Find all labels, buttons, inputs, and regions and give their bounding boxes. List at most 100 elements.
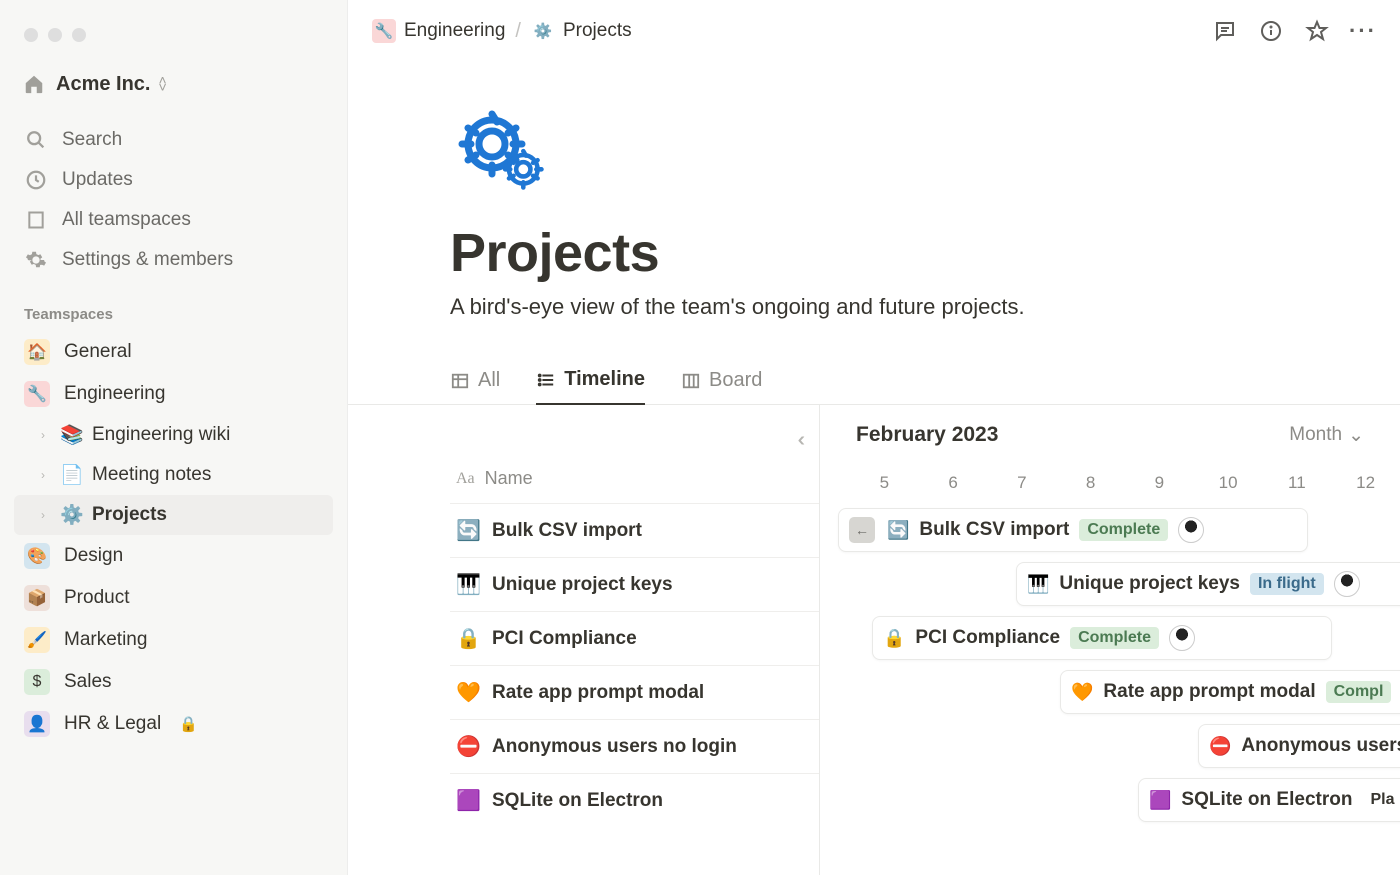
document-icon: 📄 bbox=[60, 463, 84, 487]
table-row[interactable]: 🧡Rate app prompt modal bbox=[450, 665, 819, 719]
timeline-scale-picker[interactable]: Month ⌄ bbox=[1289, 424, 1364, 447]
home-icon bbox=[22, 72, 46, 96]
gears-icon bbox=[450, 102, 570, 202]
sidebar-item-sales[interactable]: $ Sales bbox=[14, 661, 333, 703]
workspace-name: Acme Inc. bbox=[56, 73, 150, 96]
bar-icon: 🔄 bbox=[887, 520, 909, 541]
nav-updates[interactable]: Updates bbox=[14, 160, 333, 200]
status-badge: In flight bbox=[1250, 573, 1324, 595]
sidebar-item-label: Projects bbox=[92, 504, 167, 526]
nav-settings[interactable]: Settings & members bbox=[14, 240, 333, 280]
collapse-icon[interactable]: ‹‹ bbox=[798, 429, 799, 452]
close-icon[interactable] bbox=[24, 28, 38, 42]
sidebar-item-hr-legal[interactable]: 👤 HR & Legal 🔒 bbox=[14, 703, 333, 745]
bar-icon: 🔒 bbox=[883, 628, 905, 649]
comments-icon[interactable] bbox=[1212, 18, 1238, 44]
table-icon bbox=[450, 371, 470, 391]
timeline-bar[interactable]: ←🔄Bulk CSV importComplete bbox=[838, 508, 1308, 552]
timeline-bar[interactable]: 🧡Rate app prompt modalCompl bbox=[1060, 670, 1400, 714]
lock-icon: 🔒 bbox=[179, 715, 198, 733]
sidebar: Acme Inc. ˄˅ Search Updates All teamspac… bbox=[0, 0, 348, 875]
column-label: Name bbox=[485, 468, 533, 489]
table-row[interactable]: 🔒PCI Compliance bbox=[450, 611, 819, 665]
tab-all[interactable]: All bbox=[450, 365, 500, 404]
text-type-icon: Aa bbox=[456, 470, 475, 488]
nav-label: All teamspaces bbox=[62, 209, 191, 231]
wrench-icon: 🔧 bbox=[24, 381, 50, 407]
info-icon[interactable] bbox=[1258, 18, 1284, 44]
section-label-teamspaces: Teamspaces bbox=[14, 280, 333, 331]
table-row[interactable]: 🔄Bulk CSV import bbox=[450, 503, 819, 557]
minimize-icon[interactable] bbox=[48, 28, 62, 42]
sidebar-item-label: HR & Legal bbox=[64, 713, 161, 735]
sidebar-item-engineering-wiki[interactable]: › 📚 Engineering wiki bbox=[14, 415, 333, 455]
more-icon[interactable]: ··· bbox=[1350, 18, 1376, 44]
view-tabs: All Timeline Board bbox=[348, 364, 1400, 405]
chevron-right-icon[interactable]: › bbox=[34, 428, 52, 442]
sidebar-item-design[interactable]: 🎨 Design bbox=[14, 535, 333, 577]
sidebar-item-label: Marketing bbox=[64, 629, 147, 651]
row-name: Unique project keys bbox=[492, 574, 673, 596]
workspace-switcher[interactable]: Acme Inc. ˄˅ bbox=[14, 66, 333, 102]
bar-label: SQLite on Electron bbox=[1181, 789, 1352, 811]
search-icon bbox=[24, 128, 48, 152]
main: 🔧 Engineering / ⚙️ Projects ··· bbox=[348, 0, 1400, 875]
row-name: Rate app prompt modal bbox=[492, 682, 704, 704]
sidebar-item-label: Sales bbox=[64, 671, 112, 693]
row-name: Anonymous users no login bbox=[492, 736, 737, 758]
nav-search[interactable]: Search bbox=[14, 120, 333, 160]
row-icon: ⛔ bbox=[456, 734, 480, 759]
sidebar-item-engineering[interactable]: 🔧 Engineering bbox=[14, 373, 333, 415]
timeline-month-label: February 2023 bbox=[856, 423, 998, 447]
sidebar-item-meeting-notes[interactable]: › 📄 Meeting notes bbox=[14, 455, 333, 495]
star-icon[interactable] bbox=[1304, 18, 1330, 44]
timeline-bar[interactable]: 🟪SQLite on ElectronPla bbox=[1138, 778, 1400, 822]
sidebar-item-marketing[interactable]: 🖌️ Marketing bbox=[14, 619, 333, 661]
tab-label: Timeline bbox=[564, 368, 645, 391]
table-row[interactable]: ⛔ Anonymous users no login bbox=[450, 719, 819, 773]
page-header: Projects A bird's-eye view of the team's… bbox=[348, 102, 1400, 320]
page-title: Projects bbox=[450, 222, 1400, 284]
sidebar-item-product[interactable]: 📦 Product bbox=[14, 577, 333, 619]
tab-timeline[interactable]: Timeline bbox=[536, 364, 645, 405]
timeline-bar[interactable]: 🎹Unique project keysIn flight bbox=[1016, 562, 1400, 606]
tab-label: Board bbox=[709, 369, 762, 392]
day-label: 10 bbox=[1194, 473, 1263, 493]
table-row[interactable]: 🟪SQLite on Electron bbox=[450, 773, 819, 827]
topbar: 🔧 Engineering / ⚙️ Projects ··· bbox=[348, 0, 1400, 62]
nav-all-teamspaces[interactable]: All teamspaces bbox=[14, 200, 333, 240]
breadcrumb-label: Engineering bbox=[404, 20, 505, 42]
breadcrumb-label: Projects bbox=[563, 20, 632, 42]
timeline-chart-panel[interactable]: February 2023 Month ⌄ 56789101112 ←🔄Bulk… bbox=[820, 405, 1400, 875]
day-label: 5 bbox=[850, 473, 919, 493]
day-label: 6 bbox=[919, 473, 988, 493]
maximize-icon[interactable] bbox=[72, 28, 86, 42]
timeline-bar[interactable]: ⛔Anonymous users bbox=[1198, 724, 1400, 768]
sidebar-item-general[interactable]: 🏠 General bbox=[14, 331, 333, 373]
sidebar-item-projects[interactable]: › ⚙️ Projects bbox=[14, 495, 333, 535]
primary-nav: Search Updates All teamspaces Settings &… bbox=[14, 120, 333, 280]
brush-icon: 🖌️ bbox=[24, 627, 50, 653]
tab-label: All bbox=[478, 369, 500, 392]
clock-icon bbox=[24, 168, 48, 192]
breadcrumb-parent[interactable]: 🔧 Engineering bbox=[372, 19, 505, 43]
row-name: SQLite on Electron bbox=[492, 790, 663, 812]
breadcrumb-current[interactable]: ⚙️ Projects bbox=[531, 19, 632, 43]
scale-label: Month bbox=[1289, 424, 1342, 446]
nav-label: Settings & members bbox=[62, 249, 233, 271]
person-icon: 👤 bbox=[24, 711, 50, 737]
bar-label: Rate app prompt modal bbox=[1103, 681, 1315, 703]
arrow-left-icon[interactable]: ← bbox=[849, 517, 875, 543]
tab-board[interactable]: Board bbox=[681, 365, 762, 404]
sidebar-item-label: Design bbox=[64, 545, 123, 567]
bar-label: Anonymous users bbox=[1241, 735, 1400, 757]
timeline-bar[interactable]: 🔒PCI ComplianceComplete bbox=[872, 616, 1332, 660]
chevron-right-icon[interactable]: › bbox=[34, 468, 52, 482]
dollar-icon: $ bbox=[24, 669, 50, 695]
table-row[interactable]: 🎹Unique project keys bbox=[450, 557, 819, 611]
chevron-right-icon[interactable]: › bbox=[34, 508, 52, 522]
column-header-name[interactable]: Aa Name bbox=[456, 468, 533, 489]
nav-label: Search bbox=[62, 129, 122, 151]
status-badge: Complete bbox=[1079, 519, 1168, 541]
avatar bbox=[1178, 517, 1204, 543]
